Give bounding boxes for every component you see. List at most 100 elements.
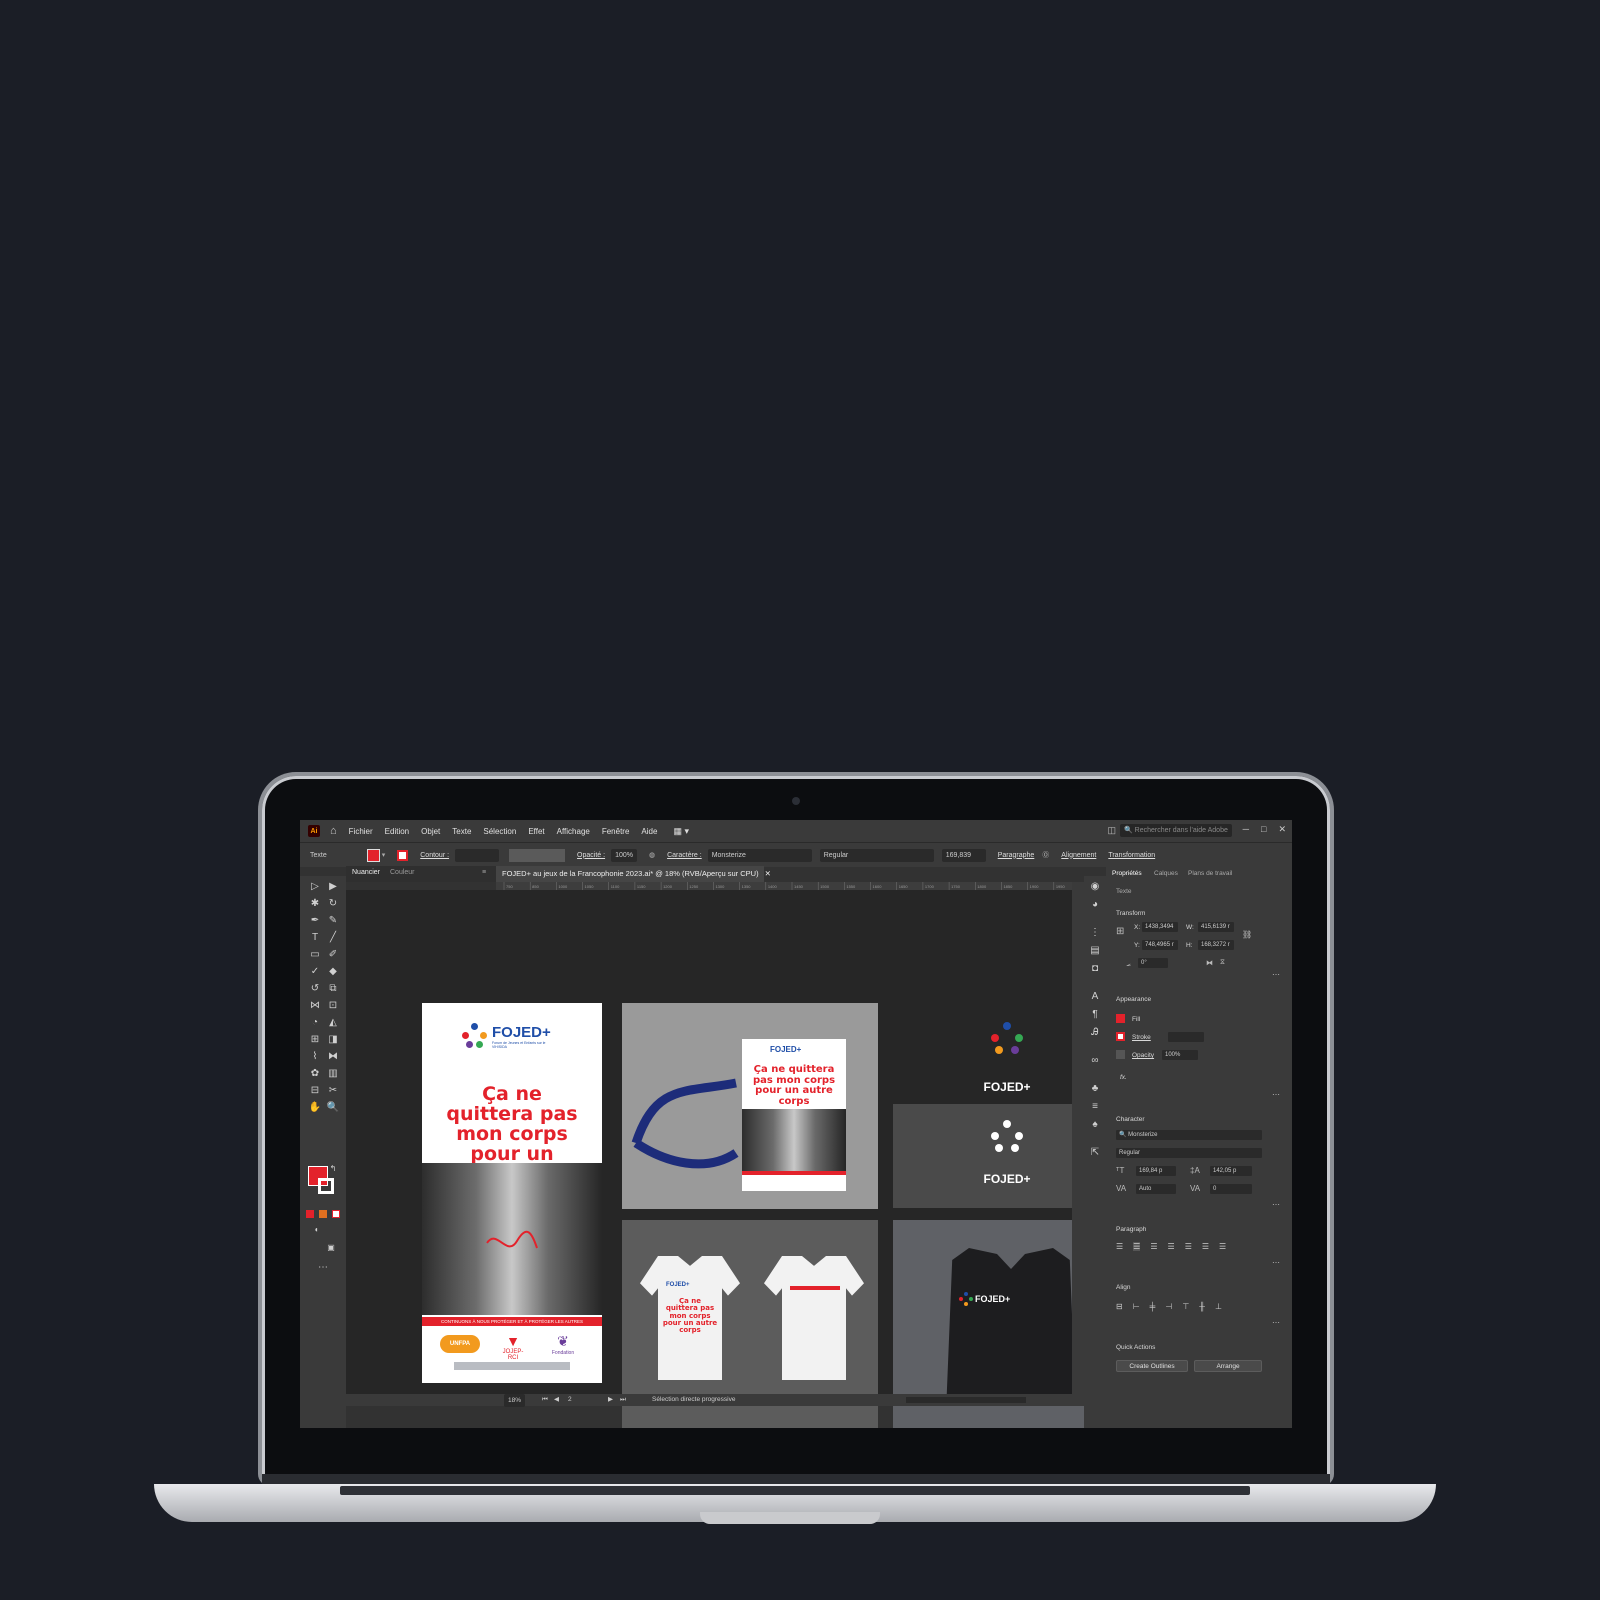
appearance-stroke-swatch[interactable] xyxy=(1116,1032,1125,1041)
fill-swatch[interactable] xyxy=(366,848,380,862)
align-top-edge-icon[interactable]: ⊤ xyxy=(1182,1302,1189,1311)
edit-toolbar-icon[interactable]: ⋯ xyxy=(316,1261,330,1275)
links-panel-icon[interactable]: ∞ xyxy=(1088,1054,1102,1068)
character-size-field[interactable]: 169,84 p xyxy=(1136,1166,1176,1176)
blend-tool-icon[interactable]: ⧓ xyxy=(326,1050,340,1064)
workspace-switcher-icon[interactable]: ▦ ▾ xyxy=(673,826,689,837)
minimize-icon[interactable]: ─ xyxy=(1243,824,1249,835)
tab-artboards[interactable]: Plans de travail xyxy=(1188,870,1232,877)
artboard-number[interactable]: 2 xyxy=(568,1394,572,1406)
opacity-label[interactable]: Opacité : xyxy=(577,852,605,859)
draw-mode-icon[interactable]: ◐ xyxy=(310,1223,324,1237)
flip-horizontal-icon[interactable]: ⧓ xyxy=(1206,959,1213,967)
graph-tool-icon[interactable]: ▥ xyxy=(326,1067,340,1081)
help-search-input[interactable]: 🔍 Rechercher dans l'aide Adobe xyxy=(1120,824,1232,837)
hand-tool-icon[interactable]: ✋ xyxy=(308,1101,322,1115)
layers-panel-icon[interactable]: ≡ xyxy=(1088,1100,1102,1114)
character-kerning-field[interactable]: Auto xyxy=(1136,1184,1176,1194)
recolor-icon[interactable]: ◍ xyxy=(649,851,655,859)
align-v-center-icon[interactable]: ╫ xyxy=(1199,1302,1205,1311)
home-icon[interactable]: ⌂ xyxy=(330,825,337,837)
y-field[interactable]: 748,4965 r xyxy=(1142,940,1178,950)
artboard-tool-icon[interactable]: ⊟ xyxy=(308,1084,322,1098)
export-panel-icon[interactable]: ⇱ xyxy=(1088,1146,1102,1160)
constrain-proportions-icon[interactable]: ⛓ xyxy=(1242,930,1252,939)
width-field[interactable]: 415,6139 r xyxy=(1198,922,1234,932)
justify-all-icon[interactable]: ☰ xyxy=(1219,1242,1226,1251)
close-icon[interactable]: ✕ xyxy=(1278,824,1286,835)
flip-vertical-icon[interactable]: ⧖ xyxy=(1220,959,1225,967)
tab-layers[interactable]: Calques xyxy=(1154,870,1178,877)
next-artboard-icon[interactable]: ▶ xyxy=(608,1394,613,1406)
arrange-button[interactable]: Arrange xyxy=(1194,1360,1262,1372)
lasso-tool-icon[interactable]: ↻ xyxy=(326,897,340,911)
appearance-more-icon[interactable]: ⋯ xyxy=(1272,1090,1280,1099)
none-mode-icon[interactable] xyxy=(332,1210,340,1218)
character-tracking-field[interactable]: 0 xyxy=(1210,1184,1252,1194)
align-bottom-edge-icon[interactable]: ⊥ xyxy=(1215,1302,1222,1311)
font-size-field[interactable]: 169,839 xyxy=(941,848,986,862)
character-leading-field[interactable]: 142,05 p xyxy=(1210,1166,1252,1176)
opentype-icon[interactable]: Ⓞ xyxy=(1042,850,1049,860)
stroke-label[interactable]: Stroke xyxy=(1132,1034,1151,1041)
color-guide-icon[interactable]: ◉ xyxy=(1088,880,1102,894)
menu-effet[interactable]: Effet xyxy=(528,827,544,836)
menu-edition[interactable]: Edition xyxy=(385,827,409,836)
opacity-input[interactable]: 100% xyxy=(1162,1050,1198,1060)
transform-more-icon[interactable]: ⋯ xyxy=(1272,970,1280,979)
font-family-field[interactable]: Monsterize xyxy=(707,848,812,862)
color-mode-icon[interactable] xyxy=(306,1210,314,1218)
menu-fichier[interactable]: Fichier xyxy=(349,827,373,836)
brushes-panel-icon[interactable]: ♠ xyxy=(1088,1118,1102,1132)
magic-wand-icon[interactable]: ✱ xyxy=(308,897,322,911)
mesh-tool-icon[interactable]: ⊞ xyxy=(308,1033,322,1047)
direct-selection-tool-icon[interactable]: ▷ xyxy=(308,880,322,894)
menu-objet[interactable]: Objet xyxy=(421,827,440,836)
symbol-sprayer-icon[interactable]: ✿ xyxy=(308,1067,322,1081)
rotation-field[interactable]: 0° xyxy=(1138,958,1168,968)
align-center-icon[interactable]: ☰ xyxy=(1133,1242,1141,1251)
selection-tool-icon[interactable]: ▶ xyxy=(326,880,340,894)
horizontal-scrollbar[interactable] xyxy=(906,1397,1026,1403)
stroke-swatch[interactable] xyxy=(397,849,409,861)
canvas[interactable]: FOJED+ Forum de Jeunes et Enfants sur le… xyxy=(346,890,1121,1428)
curvature-tool-icon[interactable]: ✎ xyxy=(326,914,340,928)
menu-selection[interactable]: Sélection xyxy=(483,827,516,836)
zoom-field[interactable]: 18% xyxy=(504,1394,526,1407)
paintbrush-tool-icon[interactable]: ✐ xyxy=(326,948,340,962)
screen-mode-icon[interactable]: ▣ xyxy=(324,1241,338,1255)
tab-properties[interactable]: Propriétés xyxy=(1112,870,1142,877)
align-h-center-icon[interactable]: ╪ xyxy=(1150,1302,1156,1311)
alignment-label[interactable]: Alignement xyxy=(1061,852,1096,859)
free-transform-icon[interactable]: ⊡ xyxy=(326,999,340,1013)
menu-texte[interactable]: Texte xyxy=(452,827,471,836)
panel-menu-icon[interactable]: ≡ xyxy=(482,869,486,876)
paragraph-more-icon[interactable]: ⋯ xyxy=(1272,1258,1280,1267)
pen-tool-icon[interactable]: ✒ xyxy=(308,914,322,928)
symbols-panel-icon[interactable]: ♣ xyxy=(1088,1082,1102,1096)
character-style-field[interactable]: Regular xyxy=(1116,1148,1262,1158)
character-panel-icon[interactable]: A xyxy=(1088,990,1102,1004)
gradient-mode-icon[interactable] xyxy=(319,1210,327,1218)
menu-aide[interactable]: Aide xyxy=(641,827,657,836)
shaper-tool-icon[interactable]: ✓ xyxy=(308,965,322,979)
height-field[interactable]: 168,3272 r xyxy=(1198,940,1234,950)
first-artboard-icon[interactable]: ⏮ xyxy=(542,1394,548,1406)
justify-right-icon[interactable]: ☰ xyxy=(1202,1242,1209,1251)
create-outlines-button[interactable]: Create Outlines xyxy=(1116,1360,1188,1372)
gradient-tool-icon[interactable]: ◨ xyxy=(326,1033,340,1047)
justify-left-icon[interactable]: ☰ xyxy=(1168,1242,1175,1251)
color-themes-icon[interactable]: ◕ xyxy=(1088,898,1102,912)
paragraph-panel-icon[interactable]: ¶ xyxy=(1088,1008,1102,1022)
artboard-badge-mockup[interactable]: FOJED+ Ça ne quittera pas mon corps pour… xyxy=(622,1003,878,1209)
contour-label[interactable]: Contour : xyxy=(420,852,449,859)
stroke-weight-input[interactable] xyxy=(1168,1032,1204,1042)
zoom-tool-icon[interactable]: 🔍 xyxy=(326,1101,340,1115)
arrange-documents-icon[interactable]: ◫ xyxy=(1107,825,1116,836)
eraser-tool-icon[interactable]: ◆ xyxy=(326,965,340,979)
align-right-icon[interactable]: ☰ xyxy=(1150,1242,1157,1251)
opentype-panel-icon[interactable]: Ꭿ xyxy=(1088,1026,1102,1040)
pathfinder-icon[interactable]: ◘ xyxy=(1088,962,1102,976)
menu-fenetre[interactable]: Fenêtre xyxy=(602,827,630,836)
fx-button[interactable]: fx. xyxy=(1120,1074,1127,1081)
